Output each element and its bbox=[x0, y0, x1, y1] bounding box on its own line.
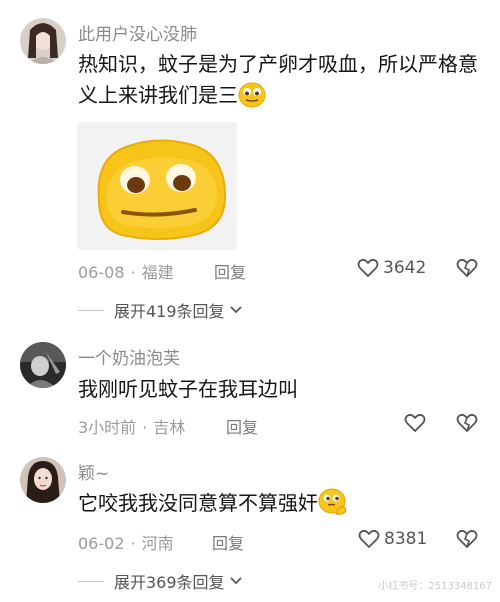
username[interactable]: 此用户没心没肺 bbox=[78, 20, 197, 45]
divider bbox=[78, 309, 104, 311]
dislike-button[interactable] bbox=[456, 413, 478, 437]
avatar[interactable] bbox=[20, 18, 66, 64]
meta-separator: · bbox=[130, 534, 136, 553]
comment-text: 我刚听见蚊子在我耳边叫 bbox=[78, 374, 478, 405]
comment-location: 吉林 bbox=[153, 418, 186, 437]
like-count: 3642 bbox=[383, 258, 427, 278]
comment-date: 06-02 bbox=[78, 534, 125, 553]
comment-meta: 06-02 · 河南 bbox=[78, 530, 174, 554]
thinking-emoji-icon bbox=[318, 488, 348, 525]
comment-meta: 06-08 · 福建 bbox=[78, 259, 174, 283]
comment-text-content: 我刚听见蚊子在我耳边叫 bbox=[78, 377, 298, 401]
like-button[interactable]: 8381 bbox=[358, 529, 427, 549]
comment-date: 3小时前 bbox=[78, 418, 137, 437]
avatar[interactable] bbox=[20, 457, 66, 503]
comment-text-content: 它咬我我没同意算不算强奸 bbox=[78, 491, 318, 515]
expand-replies[interactable]: 展开419条回复 bbox=[78, 298, 243, 322]
comment-location: 河南 bbox=[141, 534, 174, 553]
smile-eyes-emoji-icon bbox=[238, 82, 266, 117]
dislike-button[interactable] bbox=[456, 258, 478, 282]
dislike-button[interactable] bbox=[456, 529, 478, 553]
comment-meta: 3小时前 · 吉林 bbox=[78, 414, 185, 438]
meta-separator: · bbox=[130, 263, 136, 282]
chevron-down-icon bbox=[229, 577, 242, 585]
expand-replies-label: 展开419条回复 bbox=[114, 302, 225, 321]
expand-replies[interactable]: 展开369条回复 bbox=[78, 569, 243, 593]
broken-heart-icon bbox=[456, 258, 478, 277]
chevron-down-icon bbox=[229, 306, 242, 314]
comment-text: 热知识，蚊子是为了产卵才吸血，所以严格意义上来讲我们是三 bbox=[78, 49, 478, 117]
heart-icon bbox=[357, 258, 379, 277]
meta-separator: · bbox=[142, 418, 148, 437]
broken-heart-icon bbox=[456, 413, 478, 432]
heart-icon bbox=[358, 529, 380, 548]
username[interactable]: 一个奶油泡芙 bbox=[78, 344, 180, 369]
comment-text-content: 热知识，蚊子是为了产卵才吸血，所以严格意义上来讲我们是三 bbox=[78, 52, 478, 107]
heart-icon bbox=[404, 413, 426, 432]
reply-button[interactable]: 回复 bbox=[212, 530, 244, 554]
like-button[interactable]: 3642 bbox=[357, 258, 426, 278]
divider bbox=[78, 580, 104, 582]
comment-date: 06-08 bbox=[78, 263, 125, 282]
username[interactable]: 颖~ bbox=[78, 459, 109, 484]
comment-text: 它咬我我没同意算不算强奸 bbox=[78, 488, 478, 525]
broken-heart-icon bbox=[456, 529, 478, 548]
reply-button[interactable]: 回复 bbox=[226, 414, 258, 438]
watermark: 小红书号：2513348167 bbox=[378, 581, 492, 592]
like-button[interactable] bbox=[404, 413, 430, 433]
comment-location: 福建 bbox=[141, 263, 174, 282]
sticker-image[interactable] bbox=[77, 122, 237, 250]
expand-replies-label: 展开369条回复 bbox=[114, 573, 225, 592]
reply-button[interactable]: 回复 bbox=[214, 259, 246, 283]
avatar[interactable] bbox=[20, 342, 66, 388]
like-count: 8381 bbox=[384, 529, 428, 549]
